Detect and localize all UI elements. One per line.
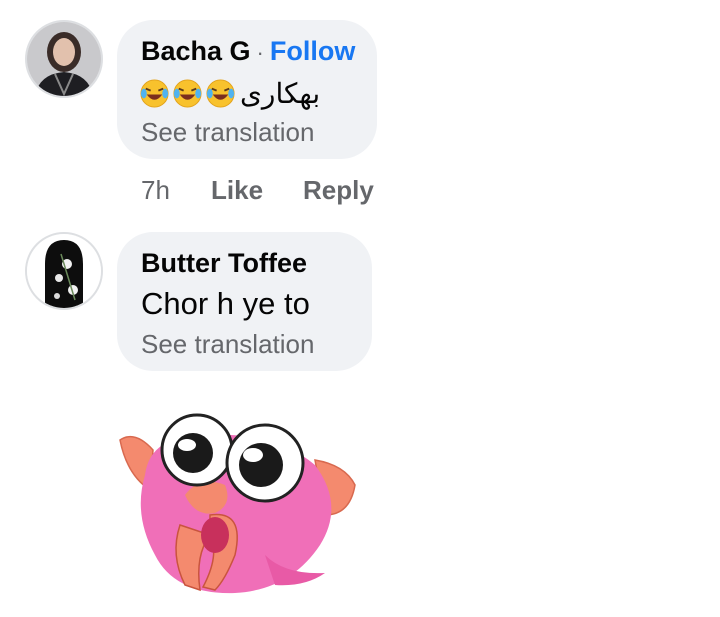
see-translation-link[interactable]: See translation [141, 117, 314, 148]
comment-bubble: Bacha G · Follow بھکاری See translation [117, 20, 377, 159]
comment-text: Chor h ye to [141, 286, 310, 321]
laughing-emoji-icon [172, 78, 203, 109]
comment-timestamp: 7h [141, 175, 170, 205]
like-button[interactable]: Like [211, 175, 263, 206]
sticker [115, 405, 365, 600]
follow-button[interactable]: Follow [270, 36, 355, 66]
laughing-emoji-icon [139, 78, 170, 109]
comment-bubble: Butter Toffee Chor h ye to See translati… [117, 232, 372, 371]
avatar[interactable] [25, 20, 103, 98]
comment-author[interactable]: Butter Toffee [141, 248, 307, 279]
comment-text: بھکاری [240, 77, 321, 109]
reply-button[interactable]: Reply [303, 175, 374, 206]
separator-dot: · [256, 40, 264, 65]
laughing-emoji-icon [205, 78, 236, 109]
comment-author[interactable]: Bacha G [141, 36, 251, 66]
see-translation-link[interactable]: See translation [141, 329, 314, 360]
avatar[interactable] [25, 232, 103, 310]
